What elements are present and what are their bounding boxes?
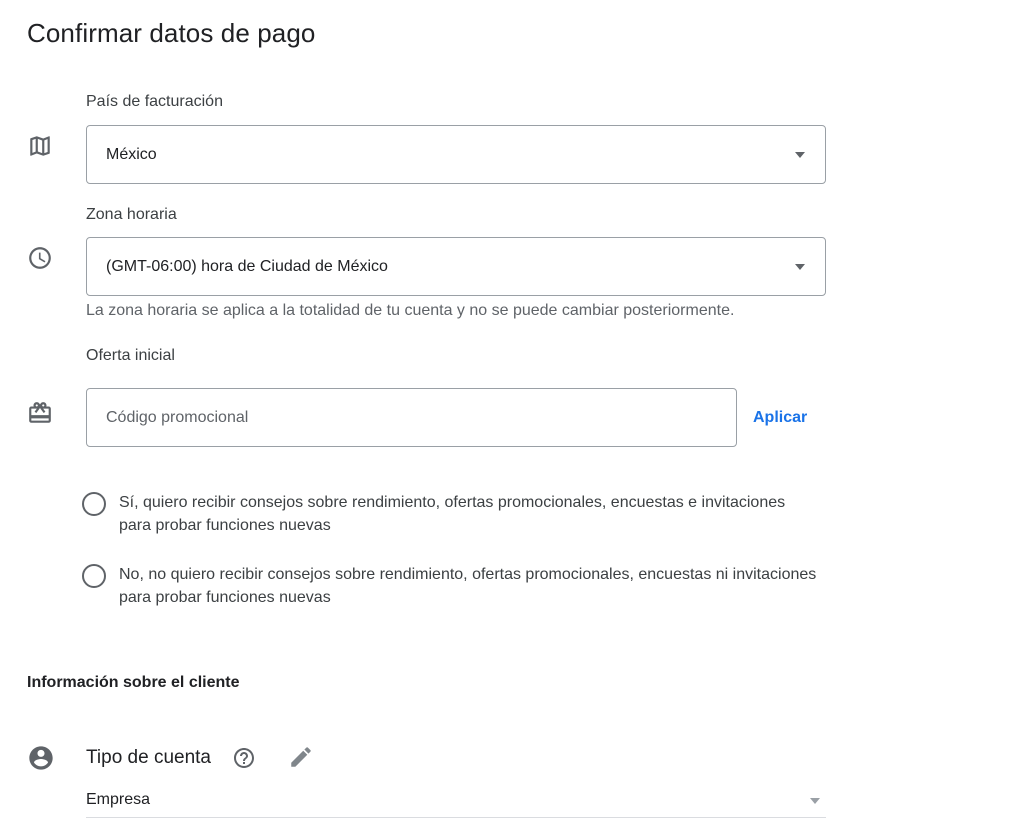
billing-country-select[interactable]: México [86, 125, 826, 184]
radio-button-yes[interactable] [82, 492, 106, 516]
account-type-label: Tipo de cuenta [86, 747, 211, 768]
time-zone-select[interactable]: (GMT-06:00) hora de Ciudad de México [86, 237, 826, 296]
page-title: Confirmar datos de pago [27, 18, 316, 48]
gift-icon [27, 400, 53, 426]
chevron-down-icon [795, 151, 805, 158]
radio-option-no[interactable]: No, no quiero recibir consejos sobre ren… [82, 563, 819, 609]
initial-offer-label: Oferta inicial [86, 347, 175, 364]
account-type-value: Empresa [86, 791, 151, 808]
customer-info-title: Información sobre el cliente [27, 674, 240, 691]
radio-option-no-label: No, no quiero recibir consejos sobre ren… [119, 566, 817, 606]
account-circle-icon [27, 744, 55, 772]
promo-code-input[interactable] [86, 388, 737, 447]
radio-option-yes-label: Sí, quiero recibir consejos sobre rendim… [119, 494, 786, 534]
time-zone-label: Zona horaria [86, 206, 177, 223]
time-zone-helper-text: La zona horaria se aplica a la totalidad… [86, 302, 735, 319]
help-circle-icon[interactable] [232, 746, 256, 770]
apply-button[interactable]: Aplicar [746, 398, 814, 438]
chevron-down-icon [810, 798, 820, 804]
map-icon [27, 133, 53, 159]
billing-country-label: País de facturación [86, 93, 223, 110]
chevron-down-icon [795, 263, 805, 270]
pencil-icon[interactable] [288, 744, 314, 770]
clock-icon [27, 245, 53, 271]
radio-button-no[interactable] [82, 564, 106, 588]
account-type-select[interactable]: Empresa [86, 786, 826, 818]
time-zone-value: (GMT-06:00) hora de Ciudad de México [106, 257, 388, 275]
radio-option-yes[interactable]: Sí, quiero recibir consejos sobre rendim… [82, 491, 819, 537]
billing-country-value: México [106, 145, 157, 163]
